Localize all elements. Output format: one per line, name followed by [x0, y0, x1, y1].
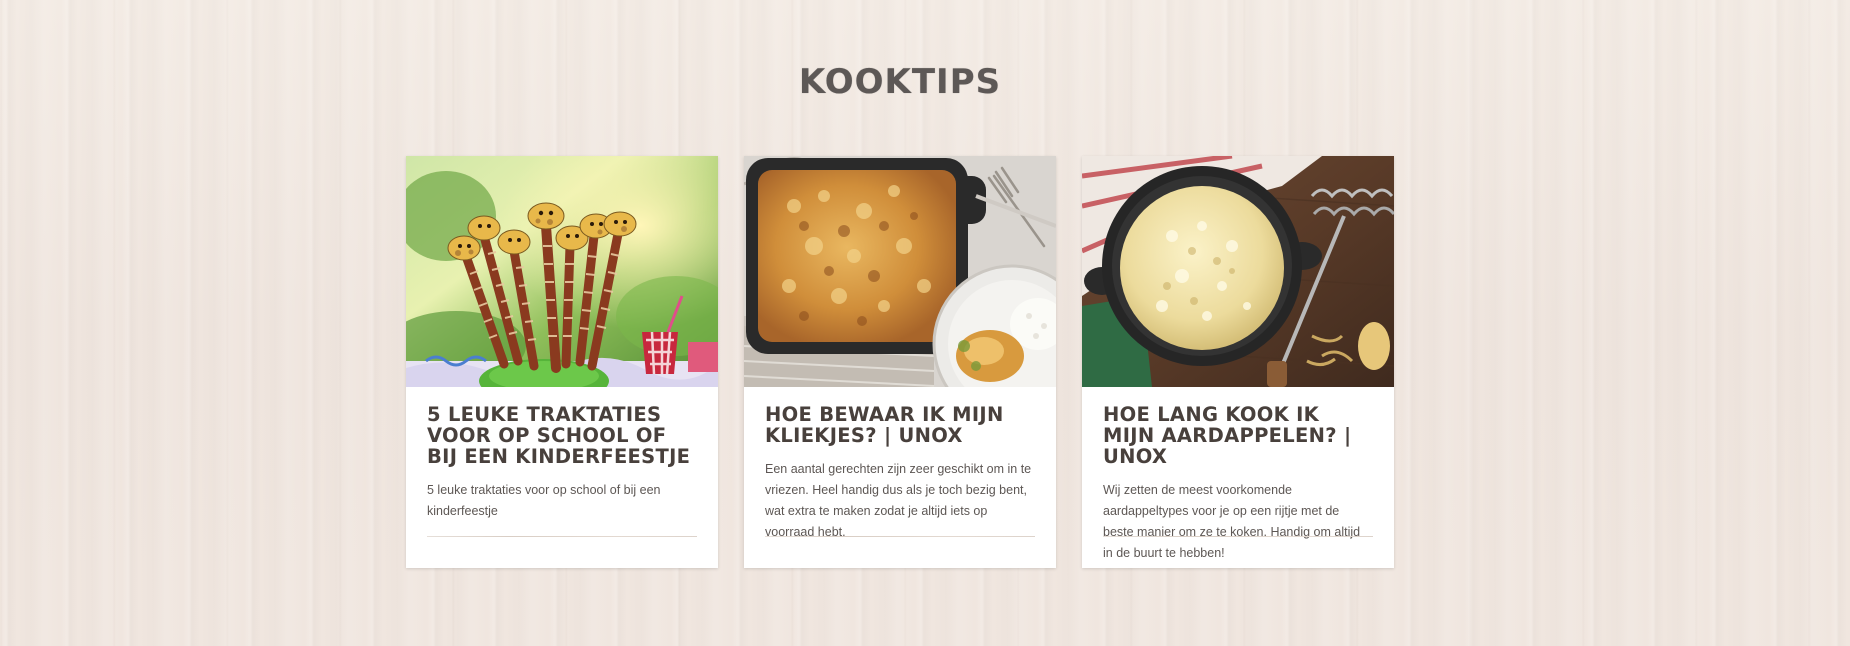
- card-aardappelen[interactable]: HOE LANG KOOK IK MIJN AARDAPPELEN? | UNO…: [1082, 156, 1394, 568]
- card-divider: [427, 536, 697, 537]
- card-description: Wij zetten de meest voorkomende aardappe…: [1103, 483, 1361, 560]
- casserole-dish-photo: [744, 156, 1056, 387]
- giraffe-treats-photo: [406, 156, 718, 387]
- card-description: 5 leuke traktaties voor op school of bij…: [427, 483, 661, 518]
- card-image-traktaties[interactable]: [406, 156, 718, 387]
- card-kliekjes[interactable]: HOE BEWAAR IK MIJN KLIEKJES? | UNOX Een …: [744, 156, 1056, 568]
- kooktips-cards: 5 LEUKE TRAKTATIES VOOR OP SCHOOL OF BIJ…: [406, 156, 1394, 568]
- card-title[interactable]: HOE LANG KOOK IK MIJN AARDAPPELEN? | UNO…: [1103, 404, 1373, 467]
- mashed-potatoes-photo: [1082, 156, 1394, 387]
- card-title[interactable]: HOE BEWAAR IK MIJN KLIEKJES? | UNOX: [765, 404, 1035, 446]
- card-description: Een aantal gerechten zijn zeer geschikt …: [765, 462, 1032, 539]
- card-divider: [765, 536, 1035, 537]
- card-image-kliekjes[interactable]: [744, 156, 1056, 387]
- card-traktaties[interactable]: 5 LEUKE TRAKTATIES VOOR OP SCHOOL OF BIJ…: [406, 156, 718, 568]
- card-title[interactable]: 5 LEUKE TRAKTATIES VOOR OP SCHOOL OF BIJ…: [427, 404, 697, 467]
- card-divider: [1103, 536, 1373, 537]
- card-image-aardappelen[interactable]: [1082, 156, 1394, 387]
- section-title: KOOKTIPS: [798, 62, 1002, 102]
